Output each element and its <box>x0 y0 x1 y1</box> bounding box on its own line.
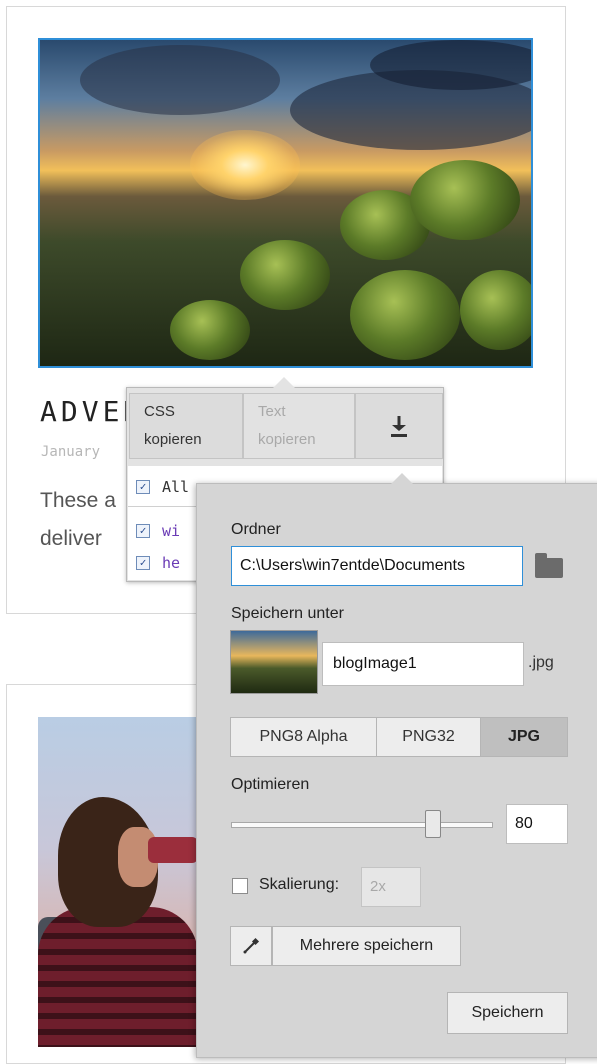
scale-checkbox[interactable] <box>232 878 248 894</box>
format-jpg[interactable]: JPG <box>481 718 567 756</box>
copy-css-label-2: kopieren <box>144 431 202 448</box>
file-extension: .jpg <box>528 654 554 671</box>
copy-text-label-2: kopieren <box>258 431 316 448</box>
optimize-label: Optimieren <box>231 776 310 793</box>
copy-toolbar: CSS kopieren Text kopieren <box>129 393 443 459</box>
folder-icon[interactable] <box>535 553 563 578</box>
export-panel: Ordner C:\Users\win7entde\Documents Spei… <box>196 473 597 1058</box>
select-all-label: All <box>162 478 190 496</box>
property-row[interactable]: ✓ he <box>136 550 180 576</box>
download-icon <box>391 416 407 437</box>
plant-shape <box>350 270 460 360</box>
cloud-shape <box>80 45 280 115</box>
copy-text-button[interactable]: Text kopieren <box>243 393 355 459</box>
panel-arrow <box>391 473 413 484</box>
copy-css-label-1: CSS <box>144 403 175 420</box>
plant-shape <box>170 300 250 360</box>
jacket-shape <box>38 907 198 1047</box>
quality-input[interactable]: 80 <box>506 804 568 844</box>
save-as-label: Speichern unter <box>231 605 344 622</box>
quality-slider-thumb[interactable] <box>425 810 441 838</box>
format-selector: PNG8 Alpha PNG32 JPG <box>230 717 568 757</box>
scale-input[interactable]: 2x <box>361 867 421 907</box>
save-multiple-button[interactable]: Mehrere speichern <box>272 926 461 966</box>
save-button[interactable]: Speichern <box>447 992 568 1034</box>
eyedropper-button[interactable] <box>230 926 272 966</box>
plant-shape <box>460 270 531 350</box>
popover-arrow <box>273 377 295 388</box>
format-png8-alpha[interactable]: PNG8 Alpha <box>231 718 377 756</box>
property-label: wi <box>162 522 181 540</box>
plant-shape <box>410 160 520 240</box>
plant-shape <box>240 240 330 310</box>
property-checkbox[interactable]: ✓ <box>136 556 150 570</box>
quality-slider-track[interactable] <box>231 822 493 828</box>
format-png32[interactable]: PNG32 <box>377 718 481 756</box>
folder-label: Ordner <box>231 521 281 538</box>
post-hero-image[interactable] <box>38 38 533 368</box>
post-hero-image[interactable] <box>38 717 198 1047</box>
scale-label: Skalierung: <box>259 876 340 893</box>
post-excerpt: These a deliver <box>40 489 116 550</box>
image-thumbnail <box>230 630 318 694</box>
copy-css-button[interactable]: CSS kopieren <box>129 393 243 459</box>
copy-text-label-1: Text <box>258 403 286 420</box>
binoculars-shape <box>148 837 198 863</box>
select-all-checkbox[interactable]: ✓ <box>136 480 150 494</box>
property-row[interactable]: ✓ wi <box>136 518 180 544</box>
post-date: January <box>41 444 101 460</box>
property-label: he <box>162 554 181 572</box>
select-all-row[interactable]: ✓ All <box>136 474 189 500</box>
download-button[interactable] <box>355 393 443 459</box>
eyedropper-icon <box>243 937 260 954</box>
folder-path-input[interactable]: C:\Users\win7entde\Documents <box>231 546 523 586</box>
property-checkbox[interactable]: ✓ <box>136 524 150 538</box>
filename-input[interactable]: blogImage1 <box>322 642 524 686</box>
sun-glow <box>190 130 300 200</box>
